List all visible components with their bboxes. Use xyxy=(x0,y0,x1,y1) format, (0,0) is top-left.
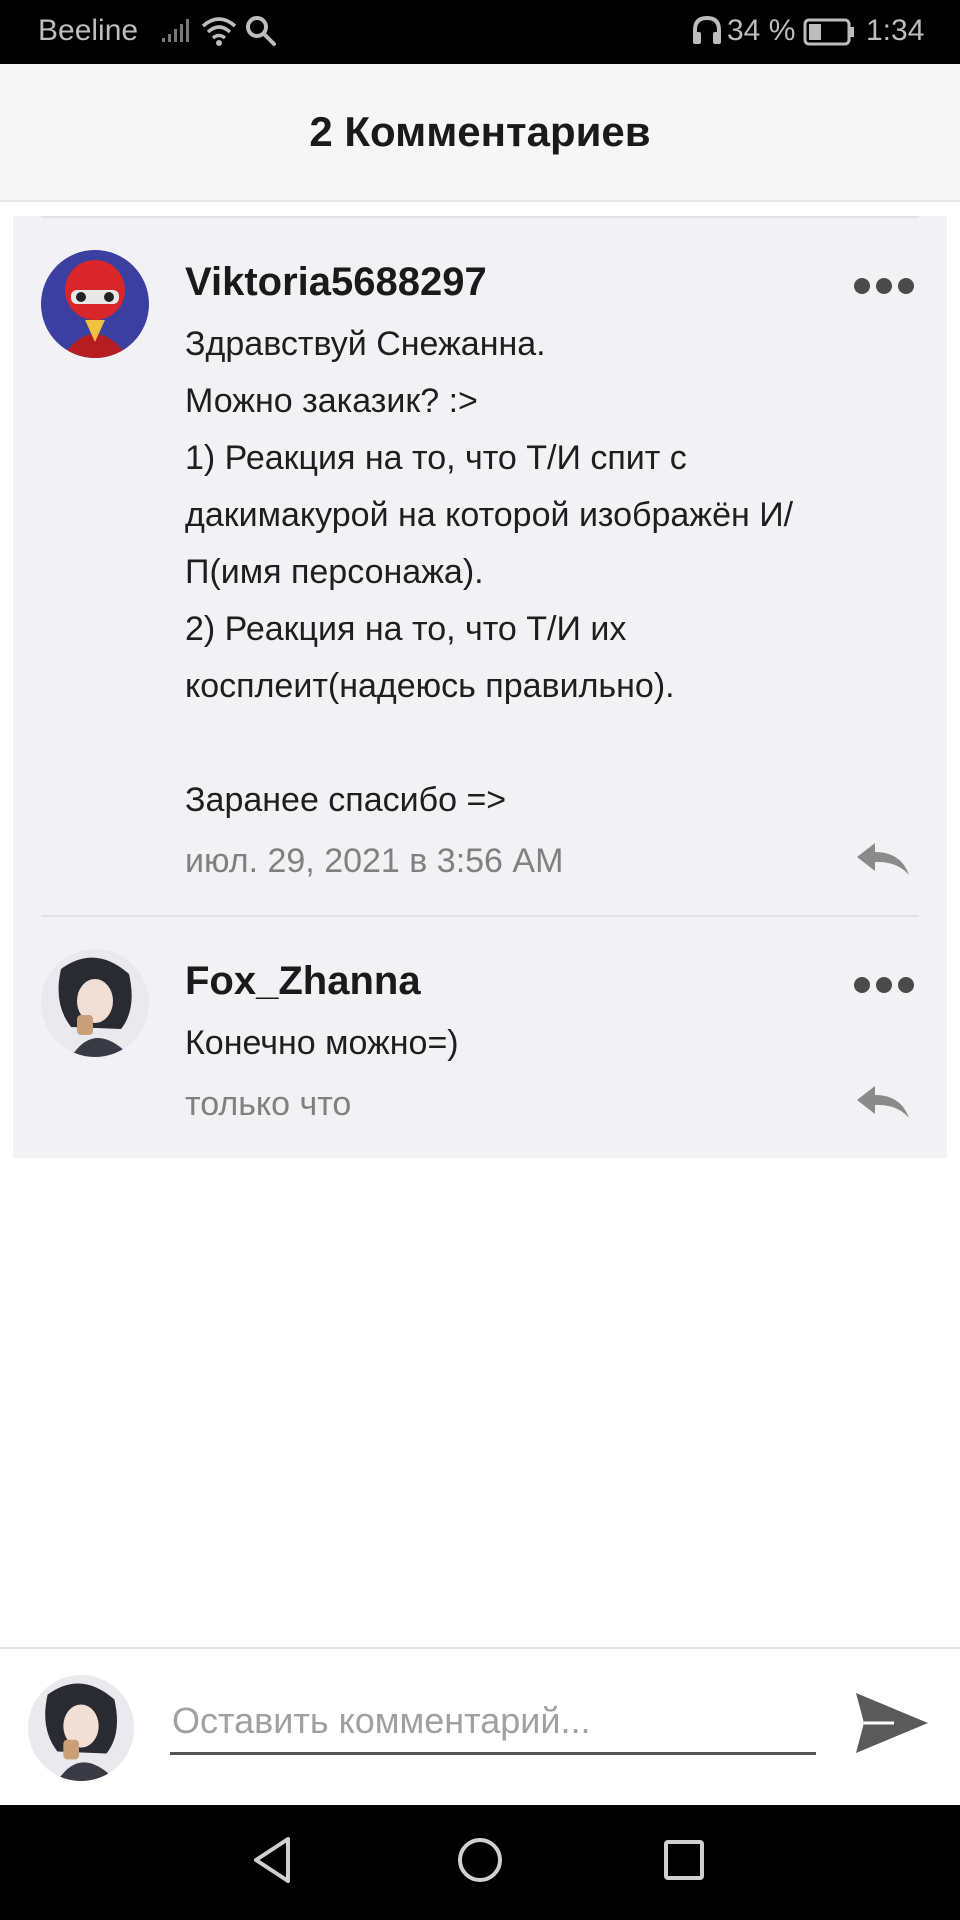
avatar[interactable] xyxy=(41,250,149,358)
battery-percent: 34 % xyxy=(727,14,796,47)
comment-date: только что xyxy=(185,1085,352,1123)
circle-home-icon[interactable] xyxy=(456,1835,504,1890)
comment-item: Fox_Zhanna Конечно можно=) только что xyxy=(41,915,919,1158)
reply-arrow-icon[interactable] xyxy=(853,1084,913,1120)
signal-icon xyxy=(160,14,192,54)
headphones-icon xyxy=(690,14,724,56)
comment-author[interactable]: Fox_Zhanna xyxy=(185,951,849,1011)
search-icon xyxy=(244,14,278,56)
page-title: 2 Комментариев xyxy=(309,108,651,155)
comment-list: Viktoria5688297 Здравствуй Снежанна. Мож… xyxy=(13,216,947,1158)
send-icon[interactable] xyxy=(854,1685,930,1761)
comment-input[interactable] xyxy=(170,1689,816,1755)
comment-item: Viktoria5688297 Здравствуй Снежанна. Мож… xyxy=(41,216,919,915)
more-dots-icon[interactable] xyxy=(853,276,915,296)
reply-arrow-icon[interactable] xyxy=(853,841,913,877)
square-recent-icon[interactable] xyxy=(662,1835,706,1890)
clock: 1:34 xyxy=(866,14,925,47)
status-bar: Beeline 34 % 1:34 xyxy=(0,0,960,64)
comment-text: Здравствуй Снежанна. Можно заказик? :> 1… xyxy=(185,325,794,819)
carrier-name: Beeline xyxy=(38,14,139,47)
comments-header: 2 Комментариев xyxy=(0,64,960,202)
battery-icon xyxy=(803,18,857,54)
comment-composer xyxy=(0,1647,960,1805)
avatar xyxy=(28,1675,134,1781)
comment-text: Конечно можно=) xyxy=(185,1024,459,1062)
system-nav-bar xyxy=(0,1805,960,1920)
wifi-icon xyxy=(200,14,238,56)
comment-date: июл. 29, 2021 в 3:56 AM xyxy=(185,842,564,880)
more-dots-icon[interactable] xyxy=(853,975,915,995)
avatar[interactable] xyxy=(41,949,149,1057)
triangle-back-icon[interactable] xyxy=(250,1835,294,1890)
comment-author[interactable]: Viktoria5688297 xyxy=(185,252,849,312)
